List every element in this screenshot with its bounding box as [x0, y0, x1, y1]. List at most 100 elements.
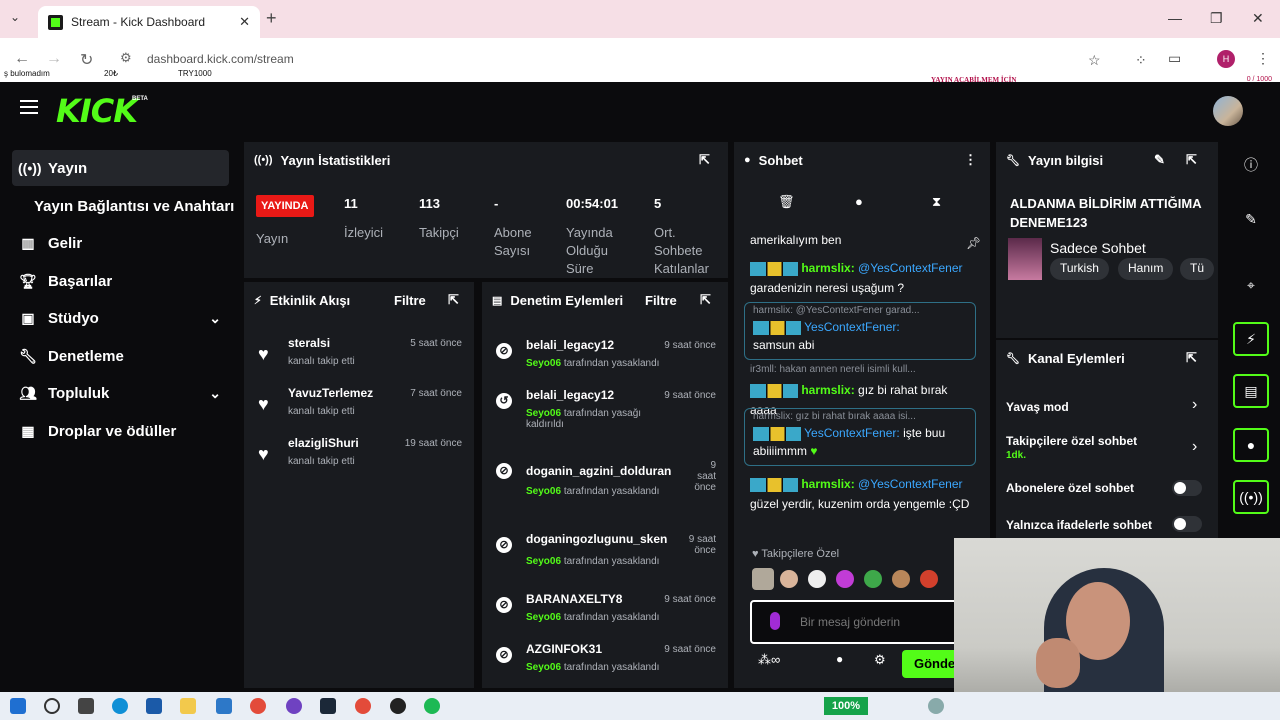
sidebar-item-denetleme[interactable]: 🔧︎ Denetleme [12, 338, 229, 374]
chrome-profile-icon[interactable] [355, 698, 371, 714]
chat-username[interactable]: harmslix: [801, 261, 854, 275]
chat-icon[interactable]: ● [1233, 428, 1269, 462]
activity-username[interactable]: elazigliShuri [288, 436, 359, 450]
moderation-username[interactable]: doganin_agzini_dolduran [526, 464, 671, 478]
task-view-icon[interactable] [78, 698, 94, 714]
send-button[interactable]: Gönde [902, 650, 962, 678]
emote-hand-icon[interactable] [836, 570, 854, 588]
filter-button[interactable]: Filtre [394, 293, 426, 308]
emote-cat-icon[interactable] [752, 568, 774, 590]
mail-icon[interactable] [216, 698, 232, 714]
trash-icon[interactable]: 🗑︎ [778, 194, 795, 210]
store-icon[interactable] [146, 698, 162, 714]
reload-icon[interactable]: ↻ [80, 50, 93, 70]
camera-icon[interactable]: ⌖ [1233, 268, 1269, 302]
chat-username[interactable]: harmslix: [801, 383, 854, 397]
discord-icon[interactable] [286, 698, 302, 714]
new-tab-icon[interactable]: + [266, 8, 277, 29]
activity-username[interactable]: YavuzTerlemez [288, 386, 373, 400]
forward-icon[interactable]: → [46, 50, 62, 68]
kick-logo[interactable]: KICK [56, 92, 138, 130]
pencil-icon[interactable]: ✎ [1233, 202, 1269, 236]
sidebar-item-gelir[interactable]: ▥ Gelir [12, 225, 229, 261]
chat-username[interactable]: harmslix: [801, 477, 854, 491]
emote-frog-icon[interactable] [864, 570, 882, 588]
emote-devil-icon[interactable] [920, 570, 938, 588]
broadcast-icon[interactable]: ((•)) [1233, 480, 1269, 514]
subs-chat-toggle[interactable] [1172, 480, 1202, 496]
more-vertical-icon[interactable]: ⋮ [964, 152, 977, 168]
tab-list-icon[interactable]: ⌄ [10, 10, 20, 24]
moderation-username[interactable]: belali_legacy12 [526, 338, 614, 352]
sidebar-item-droplar[interactable]: ▦ Droplar ve ödüller [12, 413, 229, 449]
category-name[interactable]: Sadece Sohbet [1050, 240, 1146, 256]
moderation-username[interactable]: BARANAXELTY8 [526, 592, 622, 606]
site-info-icon[interactable]: ⚙ [120, 50, 132, 66]
popout-icon[interactable]: ⇱ [448, 292, 459, 308]
popout-icon[interactable]: ⇱ [1186, 350, 1197, 366]
slow-mode-label[interactable]: Yavaş mod [1006, 400, 1069, 414]
emote-chat-toggle[interactable] [1172, 516, 1202, 532]
sidebar-item-stream-key[interactable]: Yayın Bağlantısı ve Anahtarı [34, 188, 239, 224]
tag-chip[interactable]: Turkish [1050, 258, 1109, 280]
browser-tab[interactable]: Stream - Kick Dashboard ✕ [38, 6, 260, 38]
emote-skull-icon[interactable] [808, 570, 826, 588]
popout-icon[interactable]: ⇱ [700, 292, 711, 308]
sidepanel-icon[interactable]: ▭ [1168, 50, 1181, 67]
obs-icon[interactable] [390, 698, 406, 714]
points-icon[interactable]: ⁂∞ [758, 652, 780, 668]
pin-icon[interactable]: 📌︎ [966, 236, 981, 250]
followers-chat-label[interactable]: Takipçilere özel sohbet [1006, 434, 1137, 448]
microphone-icon[interactable] [770, 612, 780, 630]
close-icon[interactable]: ✕ [239, 14, 250, 30]
url-text[interactable]: dashboard.kick.com/stream [147, 52, 294, 66]
window-close-icon[interactable]: ✕ [1252, 10, 1264, 27]
sidebar-item-studyo[interactable]: ▣ Stüdyo ⌄ [12, 300, 229, 336]
hourglass-icon[interactable]: ⧗ [932, 194, 941, 210]
search-icon[interactable] [44, 698, 60, 714]
moderation-username[interactable]: belali_legacy12 [526, 388, 614, 402]
gear-icon[interactable]: ⚙ [874, 652, 886, 668]
moderation-username[interactable]: doganingozlugunu_sken [526, 532, 667, 546]
start-icon[interactable] [10, 698, 26, 714]
chrome-icon[interactable] [250, 698, 266, 714]
activity-username[interactable]: steralsi [288, 336, 330, 350]
moderation-username[interactable]: AZGINFOK31 [526, 642, 602, 656]
browser-menu-icon[interactable]: ⋮ [1256, 50, 1270, 67]
document-icon[interactable]: ▤ [1233, 374, 1269, 408]
chevron-right-icon[interactable]: › [1192, 396, 1197, 414]
pencil-icon[interactable]: ✎ [1154, 152, 1165, 168]
explorer-icon[interactable] [180, 698, 196, 714]
chat-username[interactable]: YesContextFener: [804, 426, 900, 440]
info-icon[interactable]: ⓘ [1233, 148, 1269, 182]
tag-chip[interactable]: Tü [1180, 258, 1215, 280]
sidebar-item-basarilar[interactable]: 🏆︎ Başarılar [12, 263, 229, 299]
popout-icon[interactable]: ⇱ [1186, 152, 1197, 168]
user-avatar[interactable] [1213, 96, 1243, 126]
emote-face-icon[interactable] [780, 570, 798, 588]
lightning-icon[interactable]: ⚡︎ [1233, 322, 1269, 356]
emote-person-icon[interactable] [892, 570, 910, 588]
emote-bar[interactable] [752, 568, 972, 590]
chevron-right-icon[interactable]: › [1192, 438, 1197, 456]
filter-button[interactable]: Filtre [645, 293, 677, 308]
hamburger-menu-icon[interactable] [20, 100, 38, 114]
chat-username[interactable]: YesContextFener: [804, 320, 900, 334]
tag-chip[interactable]: Hanım [1118, 258, 1174, 280]
profile-avatar[interactable]: H [1217, 50, 1235, 68]
sidebar-item-yayin[interactable]: ((•)) Yayın [12, 150, 229, 186]
star-icon[interactable]: ☆ [1088, 52, 1101, 69]
edge-icon[interactable] [112, 698, 128, 714]
sidebar-item-topluluk[interactable]: 👥︎ Topluluk ⌄ [12, 375, 229, 411]
spotify-icon[interactable] [424, 698, 440, 714]
back-icon[interactable]: ← [14, 50, 30, 68]
popout-icon[interactable]: ⇱ [699, 152, 710, 168]
extensions-icon[interactable]: ⁘ [1135, 52, 1147, 69]
weather-icon[interactable] [928, 698, 944, 714]
chat-settings-icon[interactable]: ● [855, 194, 863, 209]
chat-input[interactable]: Bir mesaj gönderin [750, 600, 974, 644]
maximize-icon[interactable]: ❐ [1210, 10, 1223, 27]
minimize-icon[interactable]: — [1168, 10, 1182, 26]
steam-icon[interactable] [320, 698, 336, 714]
chat-bubble-icon[interactable]: ● [836, 652, 843, 666]
